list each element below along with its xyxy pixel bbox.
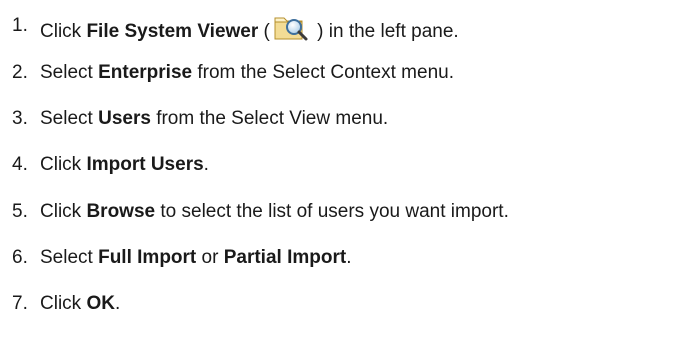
step-prefix: Select: [40, 247, 99, 268]
step-text: Click OK.: [40, 291, 120, 317]
step-text: Click Import Users.: [40, 152, 209, 178]
step-ui-term: File System Viewer: [86, 21, 259, 42]
step-number: 3.: [12, 108, 28, 129]
step-prefix: Select: [40, 108, 99, 129]
step-prefix: Select: [40, 62, 99, 83]
step-infix: or: [196, 247, 224, 268]
step-prefix: Click: [40, 293, 87, 314]
step-text: Click Browse to select the list of users…: [40, 199, 509, 225]
step-ui-term: Enterprise: [98, 62, 193, 83]
step-number: 2.: [12, 62, 28, 83]
step-ui-term: Browse: [86, 201, 156, 222]
step-text: Select Enterprise from the Select Contex…: [40, 60, 454, 86]
step-number: 1.: [12, 15, 28, 36]
step-ui-term: OK: [86, 293, 115, 314]
step-prefix: Click: [40, 154, 87, 175]
step-suffix: from the Select Context menu.: [192, 62, 454, 83]
step-suffix: from the Select View menu.: [150, 108, 389, 129]
step-prefix: Click: [40, 201, 87, 222]
step-suffix: .: [346, 247, 352, 268]
step-ui-term: Import Users: [86, 154, 204, 175]
step-suffix: to select the list of users you want imp…: [155, 201, 509, 222]
instruction-steps: 1. Click File System Viewer () in the l…: [0, 0, 691, 358]
step-prefix: Click: [40, 21, 87, 42]
step-ui-term: Users: [98, 108, 151, 129]
step-suffix: .: [203, 154, 209, 175]
step-suffix: ) in the left pane.: [311, 21, 459, 42]
step-number: 6.: [12, 247, 28, 268]
step-number: 4.: [12, 154, 28, 175]
step-text: Select Full Import or Partial Import.: [40, 245, 351, 271]
step-text: Select Users from the Select View menu.: [40, 106, 388, 132]
step-ui-term-2: Partial Import: [223, 247, 347, 268]
folder-magnifier-icon: [272, 13, 310, 43]
step-infix: (: [258, 21, 270, 42]
step-number: 5.: [12, 201, 28, 222]
step-suffix: .: [114, 293, 121, 314]
step-ui-term: Full Import: [98, 247, 197, 268]
step-number: 7.: [12, 293, 28, 314]
step-text: Click File System Viewer () in the left…: [40, 13, 459, 45]
